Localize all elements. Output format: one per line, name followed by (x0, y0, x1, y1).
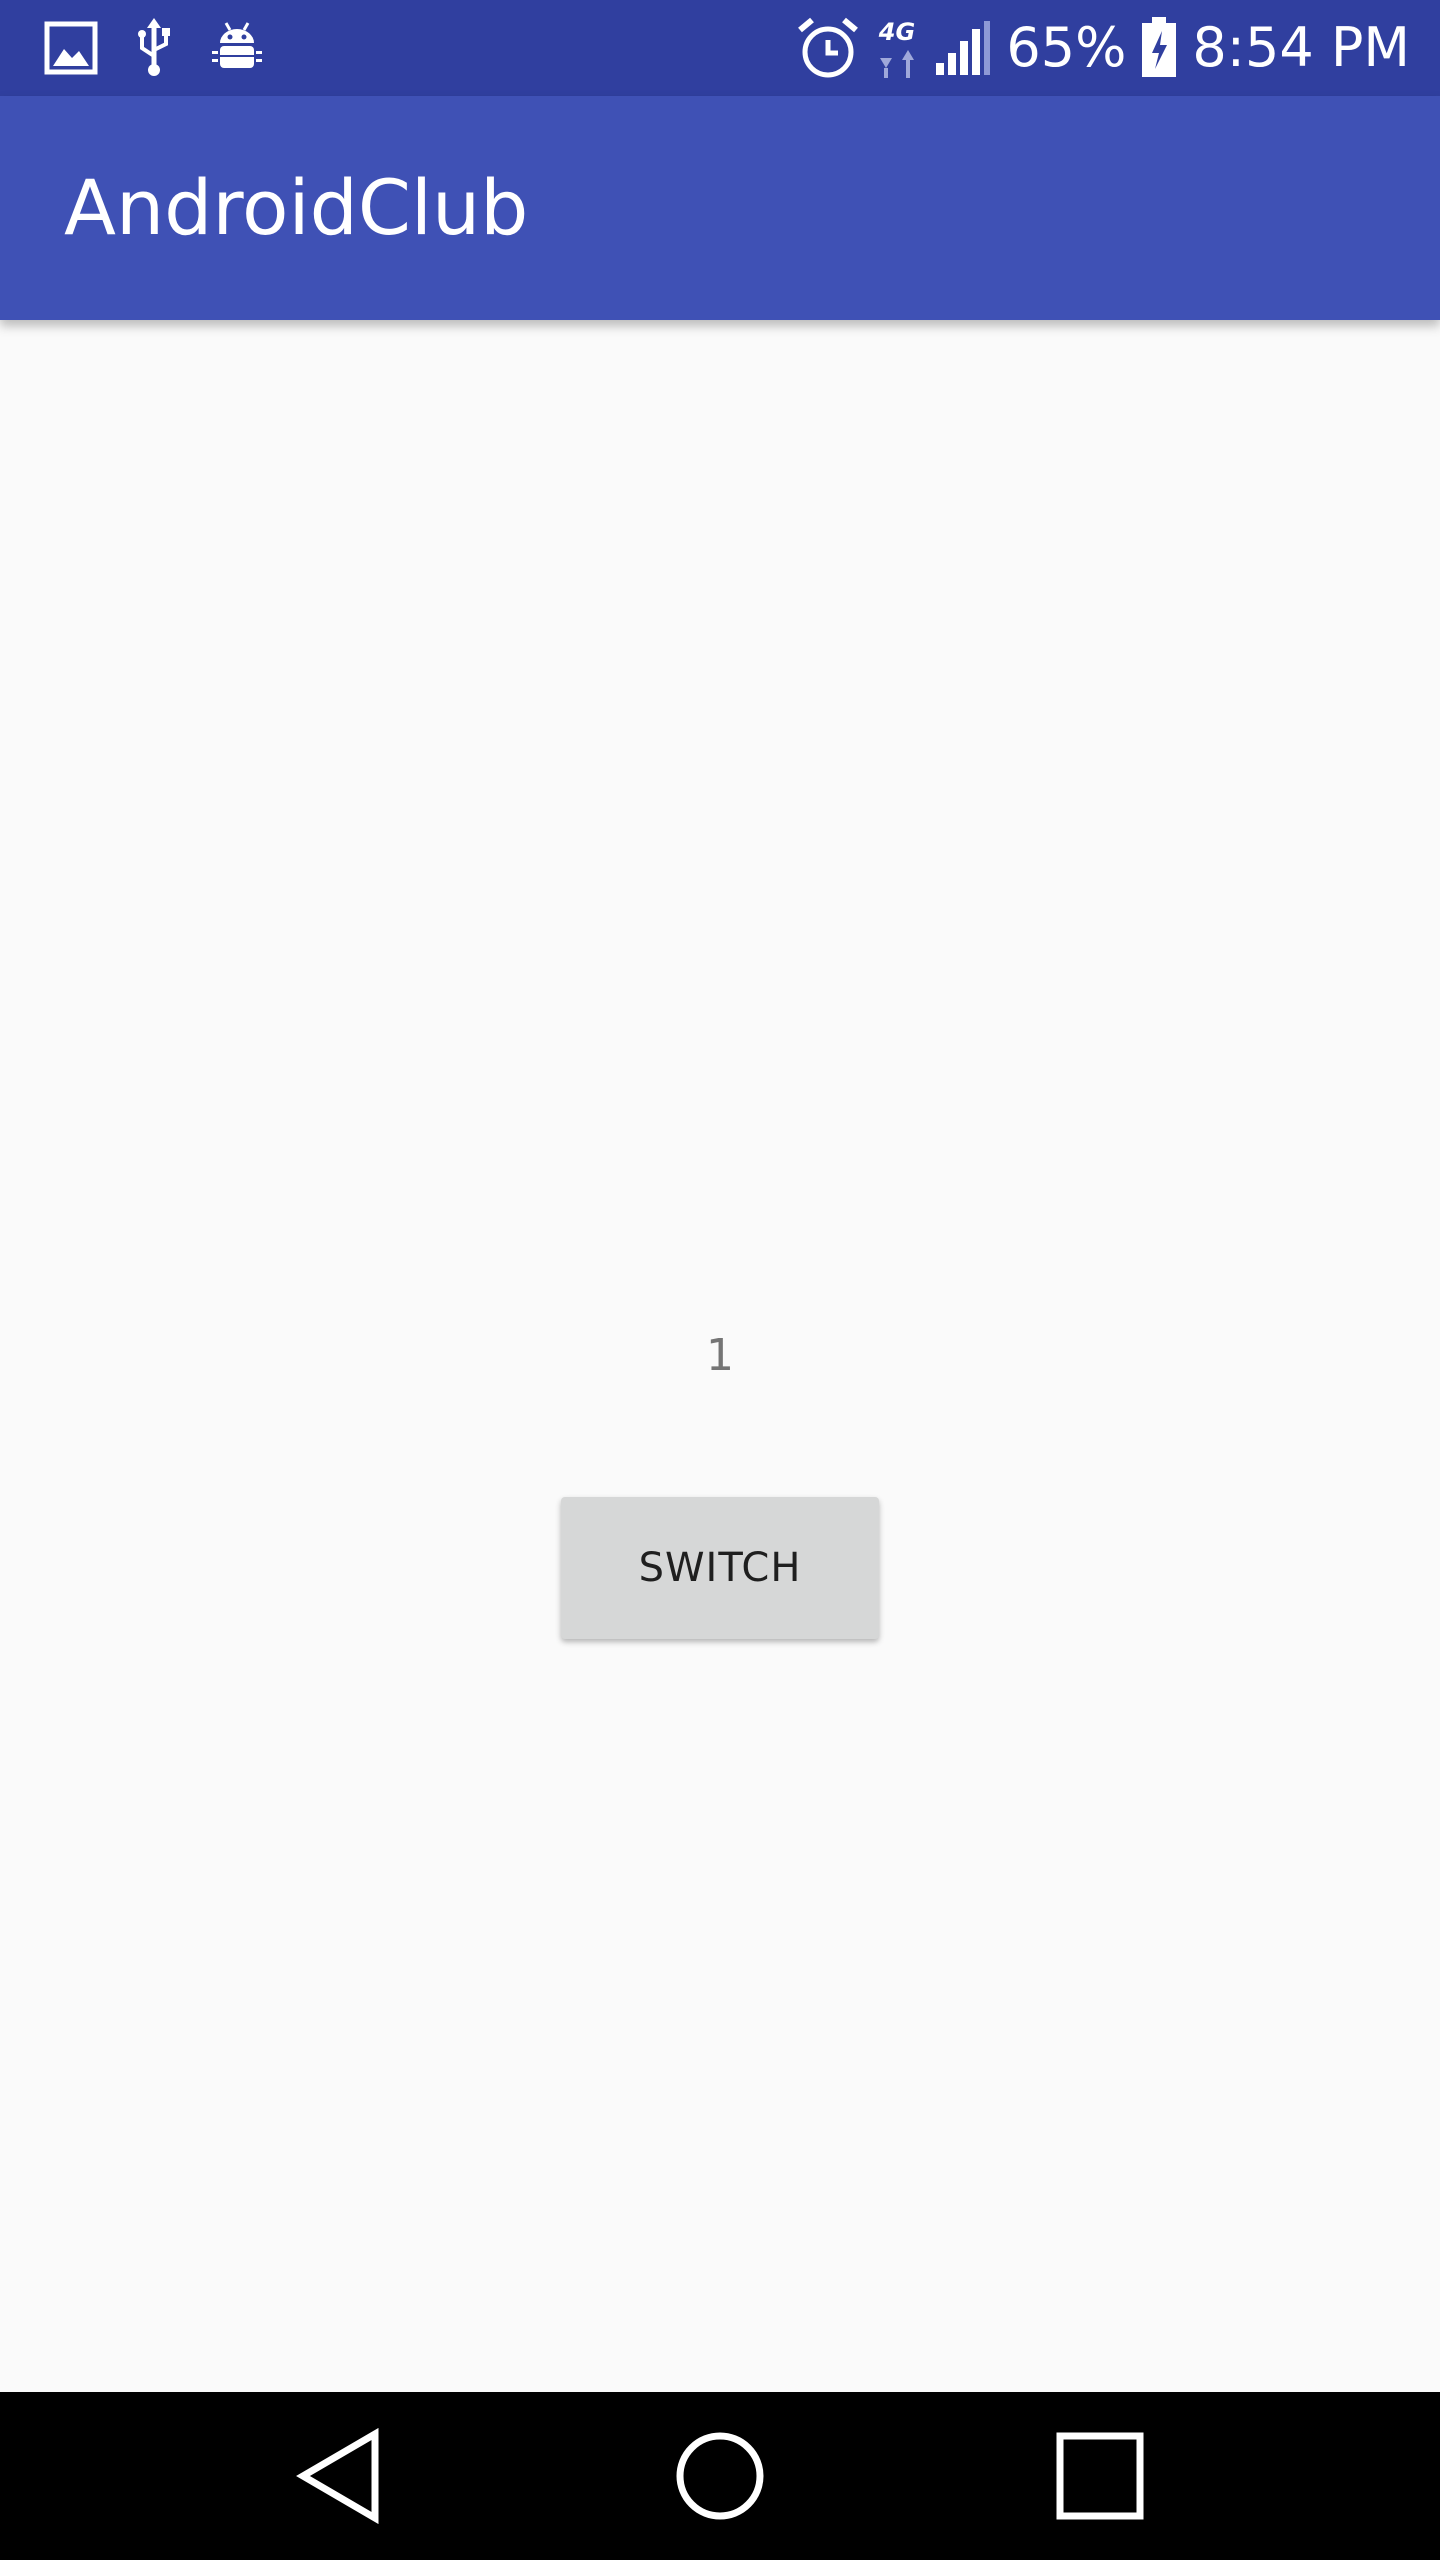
recents-icon (1056, 2432, 1144, 2520)
network-4g-icon: 4G (874, 16, 920, 80)
status-time: 8:54 PM (1192, 16, 1410, 79)
counter-text: 1 (706, 1330, 734, 1381)
signal-icon (934, 19, 992, 77)
status-bar-system: 4G 65% 8:54 PM (796, 14, 1410, 82)
status-bar-notifications (44, 18, 264, 78)
home-icon (676, 2432, 764, 2520)
recents-button[interactable] (1040, 2416, 1160, 2536)
screen: 4G 65% 8:54 PM AndroidClub 1 SWITCH (0, 0, 1440, 2560)
network-label: 4G (878, 18, 915, 46)
battery-charging-icon (1140, 17, 1178, 79)
app-title: AndroidClub (64, 163, 529, 252)
home-button[interactable] (660, 2416, 780, 2536)
alarm-icon (796, 16, 860, 80)
usb-icon (134, 18, 174, 78)
image-icon (44, 21, 98, 75)
back-icon (296, 2428, 379, 2524)
status-bar: 4G 65% 8:54 PM (0, 0, 1440, 96)
navigation-bar (0, 2392, 1440, 2560)
switch-button[interactable]: SWITCH (561, 1497, 879, 1639)
main-content: 1 SWITCH (0, 320, 1440, 2392)
android-debug-icon (210, 21, 264, 75)
app-bar: AndroidClub (0, 96, 1440, 320)
back-button[interactable] (280, 2416, 400, 2536)
battery-percent: 65% (1006, 16, 1127, 79)
